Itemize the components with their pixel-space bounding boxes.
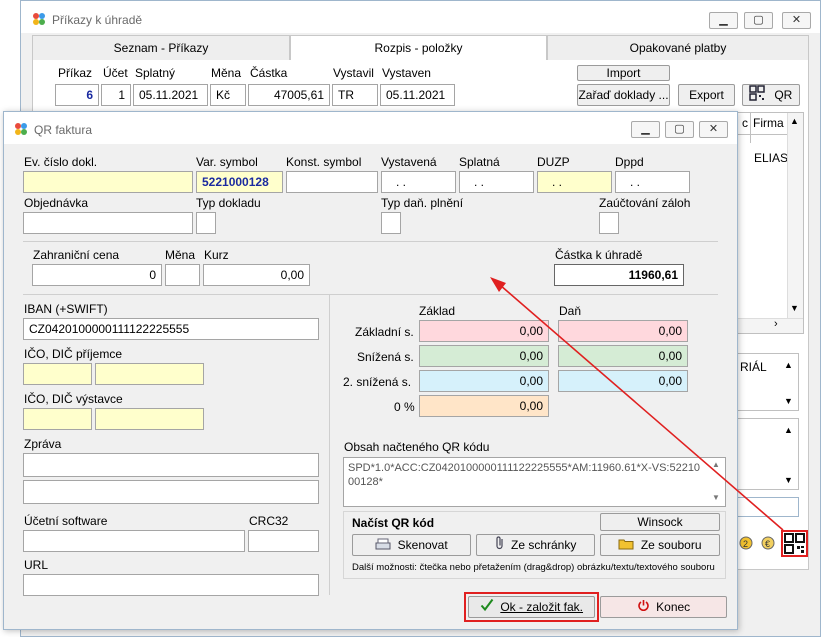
annotation-arrow [490, 277, 784, 531]
